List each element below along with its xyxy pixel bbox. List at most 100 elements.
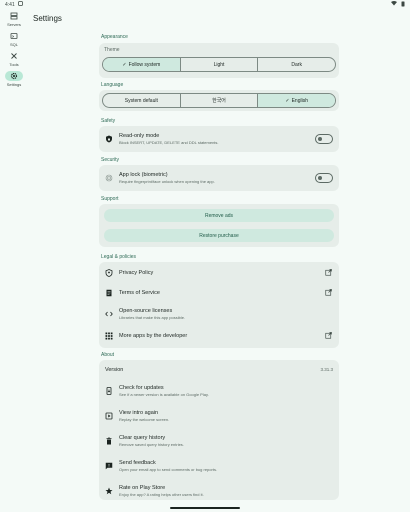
check-icon: ✓ <box>122 61 127 68</box>
rail-label: Servers <box>7 22 21 27</box>
read-only-toggle[interactable] <box>315 134 333 144</box>
row-title: Read-only mode <box>119 132 160 139</box>
language-option-label: System default <box>124 97 158 104</box>
version-value: 3.31.3 <box>320 367 333 372</box>
gear-icon <box>5 71 23 81</box>
open-source-licenses-row[interactable]: Open-source licenses Libraries that make… <box>99 306 339 322</box>
row-title: Clear query history <box>119 434 166 441</box>
language-option-english[interactable]: ✓ English <box>258 94 335 107</box>
row-title: Version <box>105 366 124 373</box>
wifi-icon <box>391 1 397 8</box>
row-subtitle: See if a newer version is available on G… <box>119 391 209 397</box>
shield-icon <box>105 135 113 143</box>
language-segmented-control: System default 한국어 ✓ English <box>102 93 336 108</box>
language-option-korean[interactable]: 한국어 <box>181 94 259 107</box>
section-title-support: Support <box>101 196 119 202</box>
language-card: System default 한국어 ✓ English <box>99 90 339 111</box>
status-bar: 4:41 <box>0 0 410 9</box>
open-external-icon <box>325 289 332 296</box>
feedback-icon <box>105 462 113 470</box>
rail-item-sql[interactable]: SQL <box>0 31 28 51</box>
safety-card: Read-only mode Block INSERT, UPDATE, DEL… <box>99 126 339 152</box>
status-time: 4:41 <box>5 1 15 8</box>
section-title-about: About <box>101 352 115 358</box>
row-title: View intro again <box>119 409 159 416</box>
rail-label: SQL <box>9 42 18 47</box>
theme-option-follow-system[interactable]: ✓ Follow system <box>103 58 181 71</box>
app-lock-toggle[interactable] <box>315 173 333 183</box>
fingerprint-icon <box>105 174 113 182</box>
check-icon: ✓ <box>285 97 290 104</box>
rate-on-play-store-row[interactable]: Rate on Play Store Enjoy the app? A rati… <box>99 482 339 500</box>
row-title: Privacy Policy <box>119 269 154 276</box>
version-row: Version <box>99 364 339 376</box>
more-apps-row[interactable]: More apps by the developer <box>99 329 339 343</box>
send-feedback-row[interactable]: Send feedback Open your email app to sen… <box>99 457 339 475</box>
app-lock-row[interactable]: App lock (biometric) Require fingerprint… <box>99 169 339 187</box>
row-subtitle: Remove saved query history entries. <box>119 441 184 447</box>
language-option-system-default[interactable]: System default <box>103 94 181 107</box>
section-title-safety: Safety <box>101 118 116 124</box>
rail-item-settings[interactable]: Settings <box>0 71 28 91</box>
theme-option-light[interactable]: Light <box>181 58 259 71</box>
row-title: More apps by the developer <box>119 332 188 339</box>
section-title-security: Security <box>101 157 120 163</box>
row-subtitle: Open your email app to send comments or … <box>119 466 218 472</box>
gesture-bar[interactable] <box>170 507 240 509</box>
theme-option-label: Dark <box>291 61 302 68</box>
clear-query-history-row[interactable]: Clear query history Remove saved query h… <box>99 432 339 450</box>
row-title: Send feedback <box>119 459 156 466</box>
replay-icon <box>105 412 113 420</box>
battery-icon <box>401 1 405 9</box>
language-option-label: English <box>291 97 308 104</box>
legal-card: Privacy Policy Terms of Service Open-sou… <box>99 262 339 348</box>
check-for-updates-row[interactable]: Check for updates See if a newer version… <box>99 382 339 400</box>
terms-of-service-row[interactable]: Terms of Service <box>99 286 339 300</box>
privacy-policy-row[interactable]: Privacy Policy <box>99 266 339 280</box>
view-intro-row[interactable]: View intro again Replay the welcome scre… <box>99 407 339 425</box>
update-icon <box>105 387 113 395</box>
theme-card: Theme ✓ Follow system Light Dark <box>99 43 339 78</box>
privacy-shield-icon <box>105 269 113 277</box>
open-external-icon <box>325 269 332 276</box>
support-card: Remove ads Restore purchase <box>99 204 339 247</box>
row-title: Check for updates <box>119 384 164 391</box>
document-icon <box>105 289 113 297</box>
theme-option-label: Light <box>213 61 225 68</box>
star-icon <box>105 487 113 495</box>
restore-purchase-button[interactable]: Restore purchase <box>104 229 334 242</box>
rail-item-tools[interactable]: Tools <box>0 51 28 71</box>
theme-option-label: Follow system <box>128 61 161 68</box>
section-title-appearance: Appearance <box>101 34 128 40</box>
open-external-icon <box>325 332 332 339</box>
row-subtitle: Replay the welcome screen. <box>119 416 170 422</box>
section-title-legal: Legal & policies <box>101 254 137 260</box>
clear-history-icon <box>105 437 113 445</box>
tools-icon <box>5 51 23 61</box>
sql-icon <box>5 31 23 41</box>
row-title: App lock (biometric) <box>119 171 168 178</box>
remove-ads-button[interactable]: Remove ads <box>104 209 334 222</box>
rail-label: Tools <box>9 62 19 67</box>
language-option-label: 한국어 <box>212 98 226 104</box>
theme-label: Theme <box>104 47 120 53</box>
code-icon <box>105 310 113 318</box>
servers-icon <box>5 11 23 21</box>
row-title: Open-source licenses <box>119 307 173 314</box>
about-card: Version 3.31.3 Check for updates See if … <box>99 360 339 500</box>
section-title-language: Language <box>101 82 124 88</box>
theme-option-dark[interactable]: Dark <box>258 58 335 71</box>
notification-icon <box>17 1 23 8</box>
row-title: Rate on Play Store <box>119 484 166 491</box>
theme-segmented-control: ✓ Follow system Light Dark <box>102 57 336 72</box>
navigation-rail: Servers SQL Tools Settings <box>0 9 28 512</box>
page-title: Settings <box>33 14 62 23</box>
security-card: App lock (biometric) Require fingerprint… <box>99 165 339 191</box>
rail-item-servers[interactable]: Servers <box>0 11 28 31</box>
row-title: Terms of Service <box>119 289 160 296</box>
row-subtitle: Libraries that make this app possible. <box>119 314 186 320</box>
row-subtitle: Require fingerprint/face unlock when ope… <box>119 178 215 184</box>
row-subtitle: Enjoy the app? A rating helps other user… <box>119 491 204 497</box>
rail-label: Settings <box>6 82 22 87</box>
read-only-mode-row[interactable]: Read-only mode Block INSERT, UPDATE, DEL… <box>99 130 339 148</box>
